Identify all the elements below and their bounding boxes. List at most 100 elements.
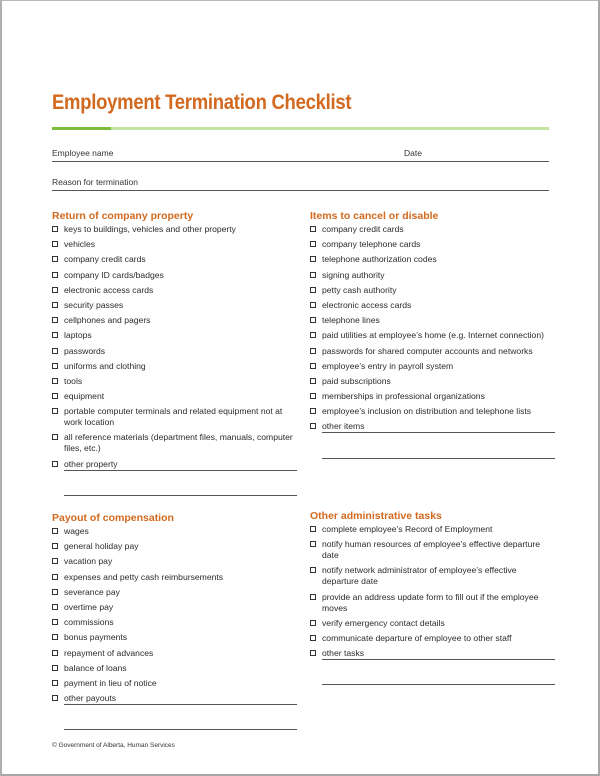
checklist-item[interactable]: notify human resources of employee’s eff… [310,539,555,561]
checkbox-icon[interactable] [310,526,316,532]
checkbox-icon[interactable] [52,543,58,550]
checkbox-icon[interactable] [310,301,316,308]
checkbox-icon[interactable] [52,695,58,702]
checkbox-icon[interactable] [52,332,58,339]
employee-name-field[interactable]: Employee name Date [52,146,549,162]
checklist-item-other[interactable]: other payouts [52,693,297,706]
checkbox-icon[interactable] [52,649,58,656]
checklist-item[interactable]: uniforms and clothing [52,361,297,372]
checklist-item[interactable]: paid utilities at employee’s home (e.g. … [310,330,555,341]
fill-in-line[interactable] [322,432,555,434]
fill-in-line[interactable] [322,663,555,686]
checkbox-icon[interactable] [310,634,316,641]
checkbox-icon[interactable] [52,241,58,248]
checkbox-icon[interactable] [310,377,316,384]
checkbox-icon[interactable] [52,393,58,400]
checkbox-icon[interactable] [310,286,316,293]
checklist-item[interactable]: provide an address update form to fill o… [310,592,555,614]
checkbox-icon[interactable] [52,408,58,415]
checklist-item-other[interactable]: other items [310,421,555,434]
checklist-item[interactable]: portable computer terminals and related … [52,406,297,428]
checkbox-icon[interactable] [52,226,58,232]
checklist-item[interactable]: paid subscriptions [310,376,555,387]
checkbox-icon[interactable] [52,588,58,595]
checklist-item[interactable]: tools [52,376,297,387]
checkbox-icon[interactable] [52,558,58,565]
checklist-item[interactable]: electronic access cards [310,300,555,311]
checkbox-icon[interactable] [52,573,58,580]
checklist-item[interactable]: complete employee’s Record of Employment [310,524,555,535]
fill-in-line[interactable] [64,704,297,706]
checkbox-icon[interactable] [52,347,58,354]
checklist-item[interactable]: telephone authorization codes [310,254,555,265]
checkbox-icon[interactable] [310,567,316,574]
checkbox-icon[interactable] [310,650,316,657]
checkbox-icon[interactable] [52,619,58,626]
checklist-item[interactable]: payment in lieu of notice [52,678,297,689]
checklist-item[interactable]: all reference materials (department file… [52,432,297,454]
checkbox-icon[interactable] [310,241,316,248]
checkbox-icon[interactable] [52,528,58,534]
checklist-item[interactable]: company ID cards/badges [52,270,297,281]
checklist-item[interactable]: general holiday pay [52,541,297,552]
checkbox-icon[interactable] [52,603,58,610]
checklist-item[interactable]: passwords [52,346,297,357]
checkbox-icon[interactable] [52,286,58,293]
checklist-item[interactable]: communicate departure of employee to oth… [310,633,555,644]
checkbox-icon[interactable] [310,317,316,324]
checkbox-icon[interactable] [310,408,316,415]
checkbox-icon[interactable] [52,679,58,686]
checkbox-icon[interactable] [310,541,316,548]
checkbox-icon[interactable] [310,593,316,600]
checklist-item[interactable]: employee’s inclusion on distribution and… [310,406,555,417]
checklist-item[interactable]: notify network administrator of employee… [310,565,555,587]
fill-in-line[interactable] [64,474,297,496]
checklist-item[interactable]: repayment of advances [52,648,297,659]
checkbox-icon[interactable] [52,664,58,671]
checklist-item[interactable]: electronic access cards [52,285,297,296]
checkbox-icon[interactable] [52,460,58,467]
checklist-item[interactable]: severance pay [52,587,297,598]
reason-field[interactable]: Reason for termination [52,175,549,191]
checklist-item[interactable]: vacation pay [52,556,297,567]
checklist-item[interactable]: signing authority [310,270,555,281]
checklist-item[interactable]: vehicles [52,239,297,250]
checklist-item[interactable]: balance of loans [52,663,297,674]
checklist-item[interactable]: memberships in professional organization… [310,391,555,402]
checklist-item-other[interactable]: other tasks [310,648,555,661]
checklist-item[interactable]: petty cash authority [310,285,555,296]
checkbox-icon[interactable] [52,634,58,641]
fill-in-line[interactable] [64,469,297,471]
checklist-item[interactable]: verify emergency contact details [310,618,555,629]
checklist-item[interactable]: bonus payments [52,632,297,643]
checklist-item[interactable]: company credit cards [310,224,555,235]
checkbox-icon[interactable] [310,271,316,278]
checklist-item[interactable]: telephone lines [310,315,555,326]
checkbox-icon[interactable] [52,434,58,441]
checkbox-icon[interactable] [310,619,316,626]
checklist-item[interactable]: commissions [52,617,297,628]
checkbox-icon[interactable] [52,271,58,278]
checkbox-icon[interactable] [52,301,58,308]
checklist-item[interactable]: company telephone cards [310,239,555,250]
checkbox-icon[interactable] [310,347,316,354]
checklist-item[interactable]: wages [52,526,297,537]
checkbox-icon[interactable] [310,423,316,430]
checklist-item[interactable]: equipment [52,391,297,402]
checklist-item[interactable]: security passes [52,300,297,311]
fill-in-line[interactable] [322,437,555,459]
checklist-item[interactable]: passwords for shared computer accounts a… [310,346,555,357]
checkbox-icon[interactable] [52,256,58,263]
checkbox-icon[interactable] [52,377,58,384]
checklist-item-other[interactable]: other property [52,459,297,471]
checkbox-icon[interactable] [310,256,316,263]
checklist-item[interactable]: laptops [52,330,297,341]
checkbox-icon[interactable] [310,362,316,369]
checklist-item[interactable]: expenses and petty cash reimbursements [52,572,297,583]
checklist-item[interactable]: keys to buildings, vehicles and other pr… [52,224,297,235]
checklist-item[interactable]: employee’s entry in payroll system [310,361,555,372]
fill-in-line[interactable] [322,659,555,661]
checkbox-icon[interactable] [310,332,316,339]
checkbox-icon[interactable] [310,226,316,232]
checkbox-icon[interactable] [52,362,58,369]
